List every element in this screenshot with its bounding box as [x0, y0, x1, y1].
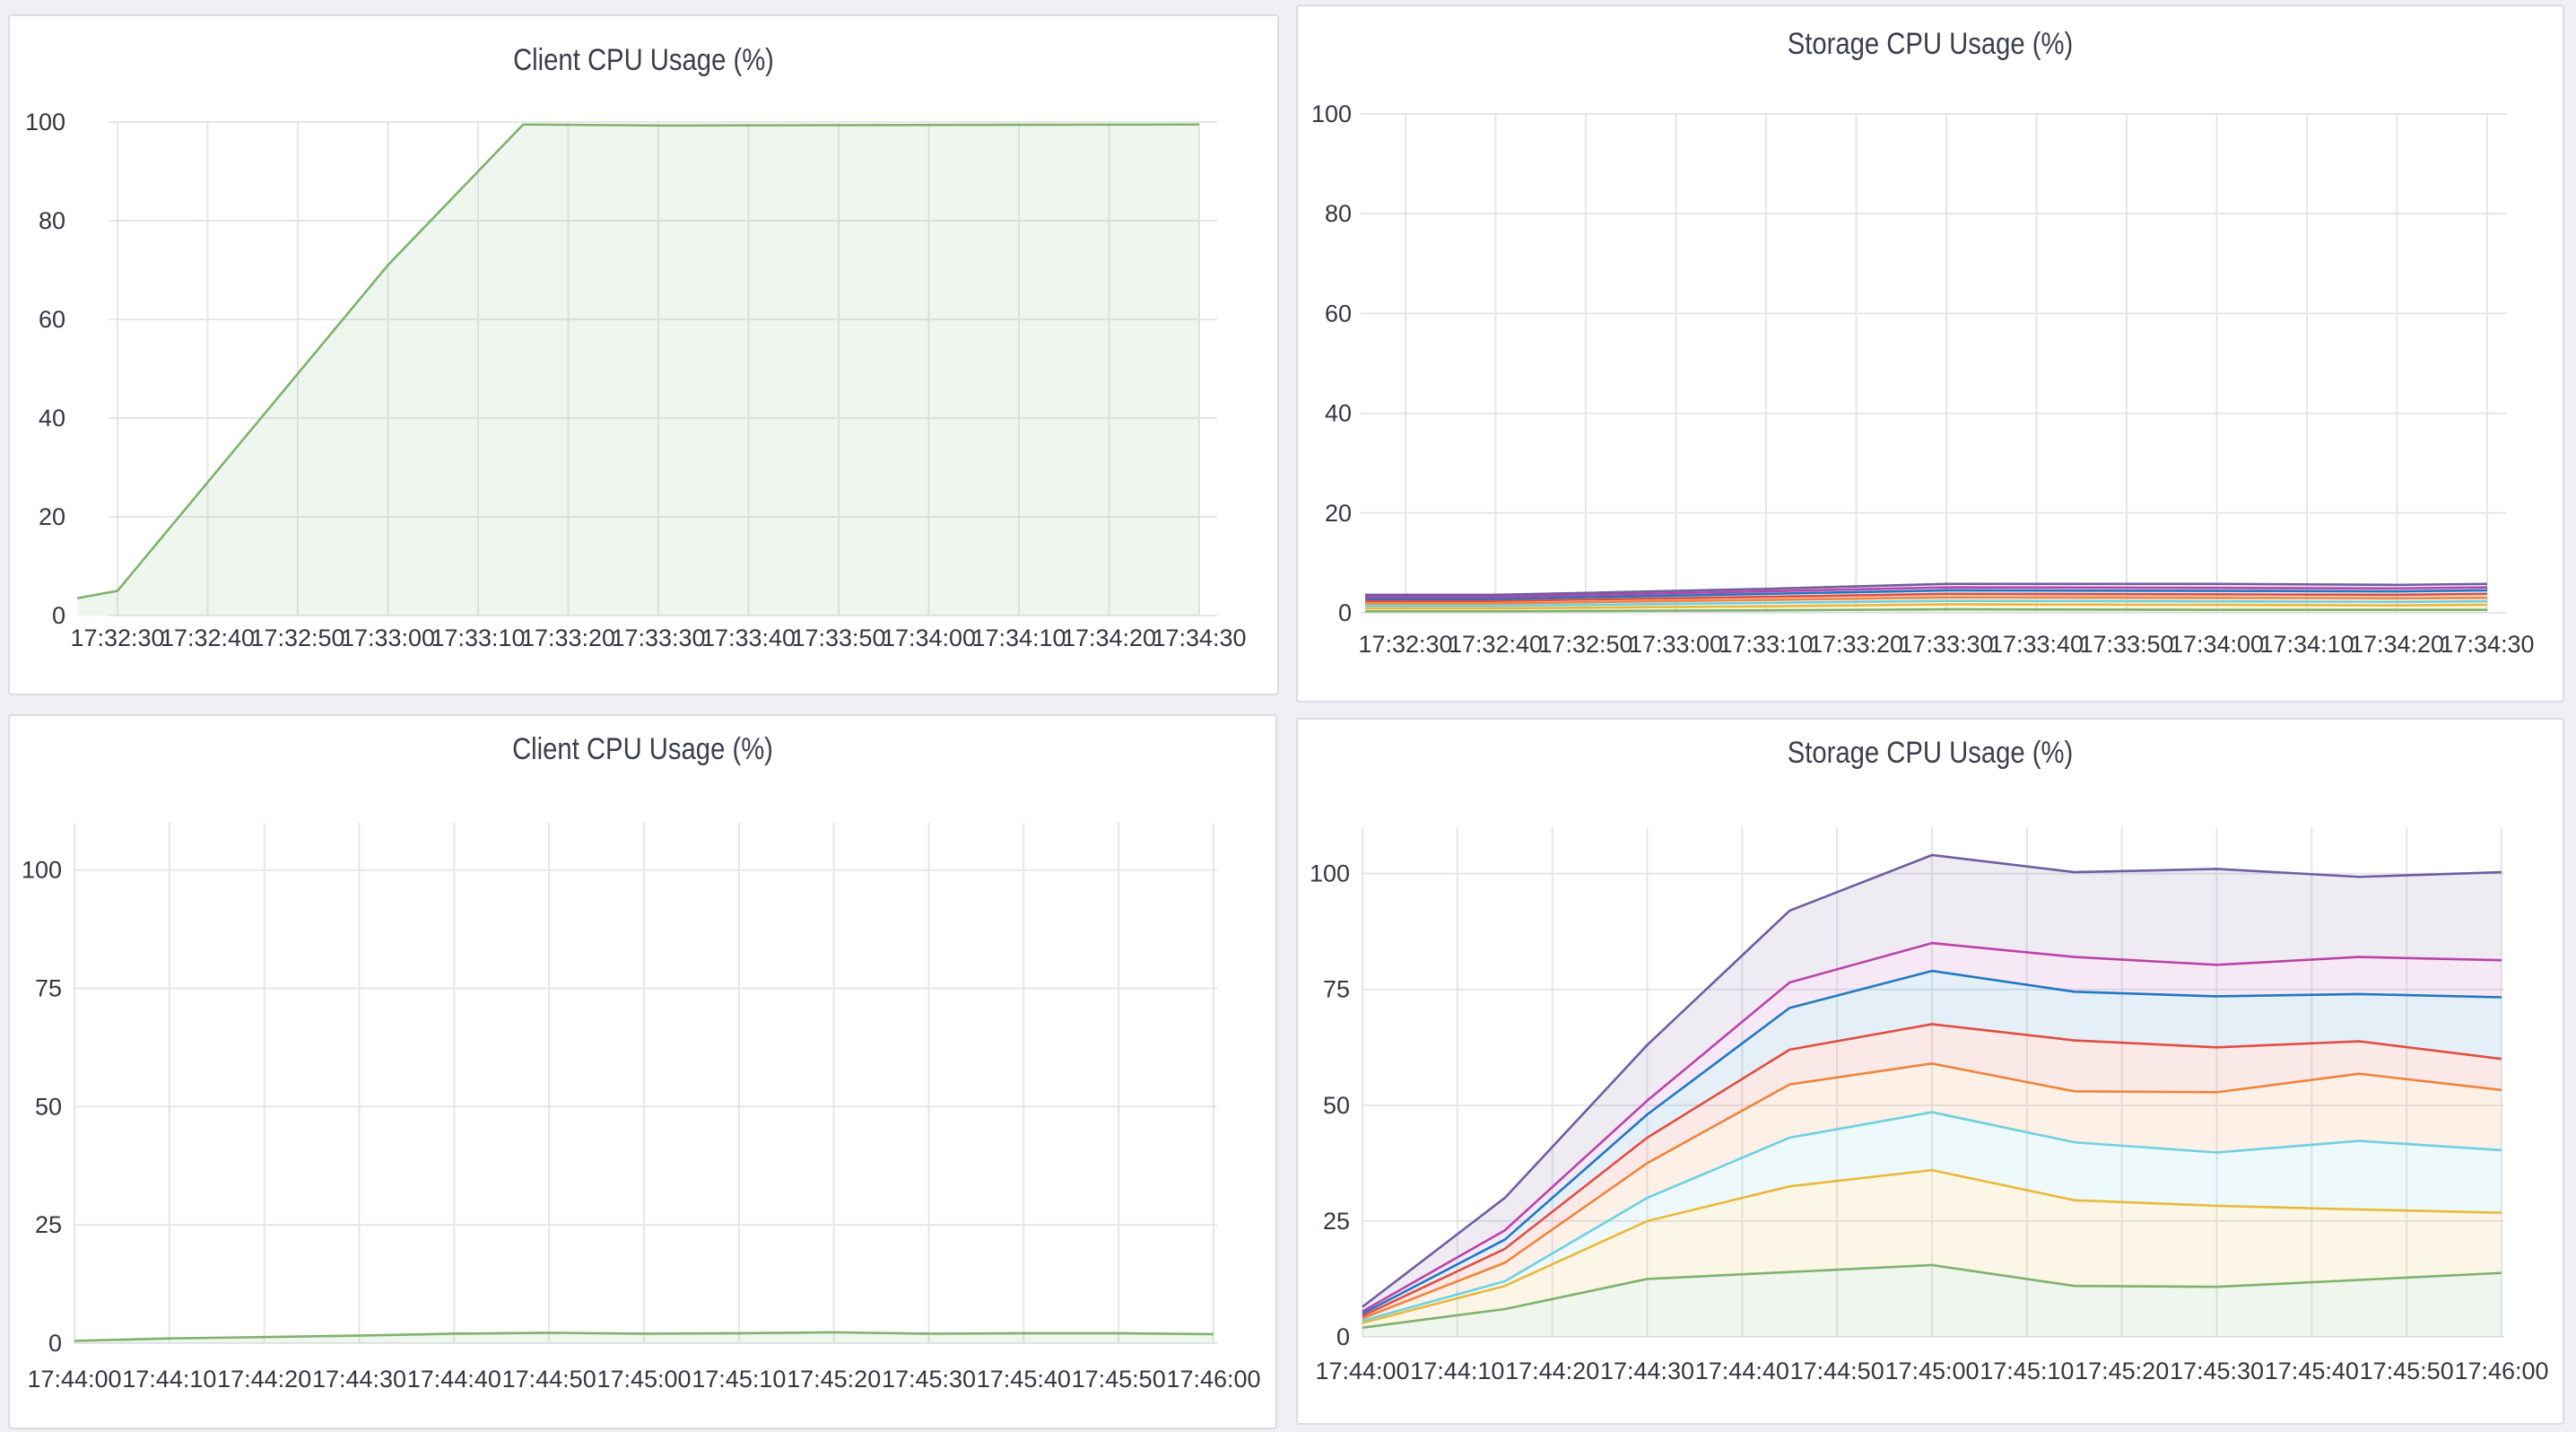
x-tick-label: 17:34:30: [1152, 624, 1246, 651]
y-tick-label: 75: [35, 975, 62, 1002]
x-tick-label: 17:32:40: [161, 624, 255, 651]
x-tick-label: 17:44:40: [407, 1366, 501, 1393]
x-tick-label: 17:32:30: [1358, 631, 1452, 658]
chart-panel-storage-cpu-2: Storage CPU Usage (%) 17:44:00 17:44:10 17…: [1296, 718, 2564, 1425]
x-tick-label: 17:32:30: [70, 624, 164, 651]
x-tick-label: 17:33:00: [341, 624, 435, 651]
x-tick-label: 17:32:50: [250, 624, 344, 651]
x-tick-label: 17:45:20: [787, 1366, 881, 1393]
x-tick-label: 17:45:00: [1884, 1358, 1979, 1384]
x-tick-label: 17:45:30: [882, 1366, 976, 1393]
x-tick-label: 17:32:50: [1538, 631, 1632, 658]
y-tick-label: 60: [39, 306, 65, 333]
x-tick-label: 17:46:00: [1166, 1366, 1260, 1393]
x-tick-label: 17:33:00: [1629, 631, 1723, 658]
x-tick-label: 17:33:30: [1899, 631, 1993, 658]
x-tick-label: 17:34:10: [2259, 631, 2354, 658]
chart-panel-client-cpu-2: Client CPU Usage (%) 17:44:00 17:44:10 17:…: [8, 714, 1277, 1429]
chart-client-cpu-2: 17:44:00 17:44:10 17:44:20 17:44:30 17:44:40…: [22, 823, 1261, 1393]
x-tick-label: 17:44:50: [1790, 1358, 1884, 1384]
x-tick-label: 17:44:40: [1695, 1358, 1789, 1384]
y-tick-label: 100: [1310, 860, 1350, 887]
x-tick-label: 17:44:20: [1505, 1358, 1599, 1384]
gridlines: [1361, 113, 2507, 614]
y-tick-label: 50: [35, 1093, 62, 1120]
x-tick-label: 17:45:40: [977, 1366, 1071, 1393]
y-tick-label: 20: [39, 503, 65, 530]
x-tick-label: 17:33:40: [701, 624, 796, 651]
x-tick-label: 17:44:10: [1410, 1358, 1504, 1384]
chart-storage-cpu-2: 17:44:00 17:44:10 17:44:20 17:44:30 17:44:40…: [1310, 827, 2549, 1384]
chart-panel-client-cpu-1: Client CPU Usage (%) 17:32:30 17:32:40 17:…: [8, 14, 1279, 695]
series-area: [77, 124, 1199, 616]
x-tick-label: 17:33:10: [431, 624, 525, 651]
x-tick-label: 17:44:30: [1600, 1358, 1694, 1384]
x-tick-label: 17:45:00: [596, 1366, 691, 1393]
x-tick-label: 17:45:50: [2360, 1358, 2454, 1384]
chart-panel-storage-cpu-1: Storage CPU Usage (%) 17:32:30 17:32:40 17…: [1296, 4, 2564, 703]
x-tick-label: 17:45:40: [2265, 1358, 2359, 1384]
y-tick-label: 75: [1323, 976, 1350, 1003]
x-tick-label: 17:45:50: [1072, 1366, 1166, 1393]
y-tick-label: 100: [25, 109, 65, 135]
y-tick-label: 40: [39, 405, 65, 432]
series-fills: [77, 124, 1199, 616]
y-tick-label: 50: [1323, 1092, 1350, 1119]
x-tick-label: 17:34:30: [2440, 631, 2534, 658]
y-tick-label: 100: [1311, 100, 1352, 127]
y-tick-label: 0: [1336, 1323, 1350, 1350]
x-tick-label: 17:46:00: [2454, 1358, 2548, 1384]
x-tick-label: 17:44:00: [27, 1366, 121, 1393]
chart-client-cpu-1: 17:32:3017:32:4017:32:5017:33:0017:33:10…: [25, 109, 1247, 651]
x-tick-label: 17:45:10: [1980, 1358, 2074, 1384]
y-tick-label: 80: [1325, 200, 1352, 227]
x-tick-label: 17:45:20: [2075, 1358, 2169, 1384]
x-tick-label: 17:33:40: [1989, 631, 2084, 658]
x-tick-label: 17:34:20: [1062, 624, 1156, 651]
x-tick-label: 17:44:30: [312, 1366, 406, 1393]
y-tick-label: 60: [1325, 300, 1352, 327]
x-tick-label: 17:44:20: [217, 1366, 311, 1393]
y-tick-label: 0: [48, 1330, 62, 1357]
x-tick-label: 17:45:30: [2170, 1358, 2264, 1384]
y-tick-label: 80: [39, 207, 65, 234]
x-tick-label: 17:34:10: [971, 624, 1066, 651]
y-tick-label: 25: [1323, 1208, 1350, 1235]
x-tick-label: 17:33:20: [521, 624, 615, 651]
x-tick-label: 17:32:40: [1449, 631, 1543, 658]
x-tick-label: 17:33:30: [611, 624, 705, 651]
y-tick-label: 100: [22, 857, 62, 884]
gridlines: [74, 823, 1217, 1344]
x-tick-label: 17:44:10: [122, 1366, 216, 1393]
x-tick-label: 17:33:50: [2079, 631, 2173, 658]
y-tick-label: 40: [1325, 400, 1352, 427]
y-tick-label: 20: [1325, 500, 1352, 527]
x-tick-label: 17:33:20: [1809, 631, 1903, 658]
x-tick-label: 17:44:00: [1315, 1358, 1409, 1384]
y-tick-label: 0: [52, 602, 65, 629]
x-tick-label: 17:33:10: [1719, 631, 1813, 658]
y-tick-label: 0: [1338, 599, 1352, 626]
chart-storage-cpu-1: 17:32:3017:32:4017:32:5017:33:0017:33:10…: [1311, 100, 2535, 658]
y-tick-label: 25: [35, 1211, 62, 1238]
x-tick-label: 17:44:50: [502, 1366, 596, 1393]
x-tick-label: 17:34:00: [2170, 631, 2264, 658]
x-tick-label: 17:45:10: [692, 1366, 786, 1393]
x-tick-label: 17:33:50: [791, 624, 885, 651]
x-tick-label: 17:34:20: [2350, 631, 2444, 658]
x-tick-label: 17:34:00: [882, 624, 976, 651]
